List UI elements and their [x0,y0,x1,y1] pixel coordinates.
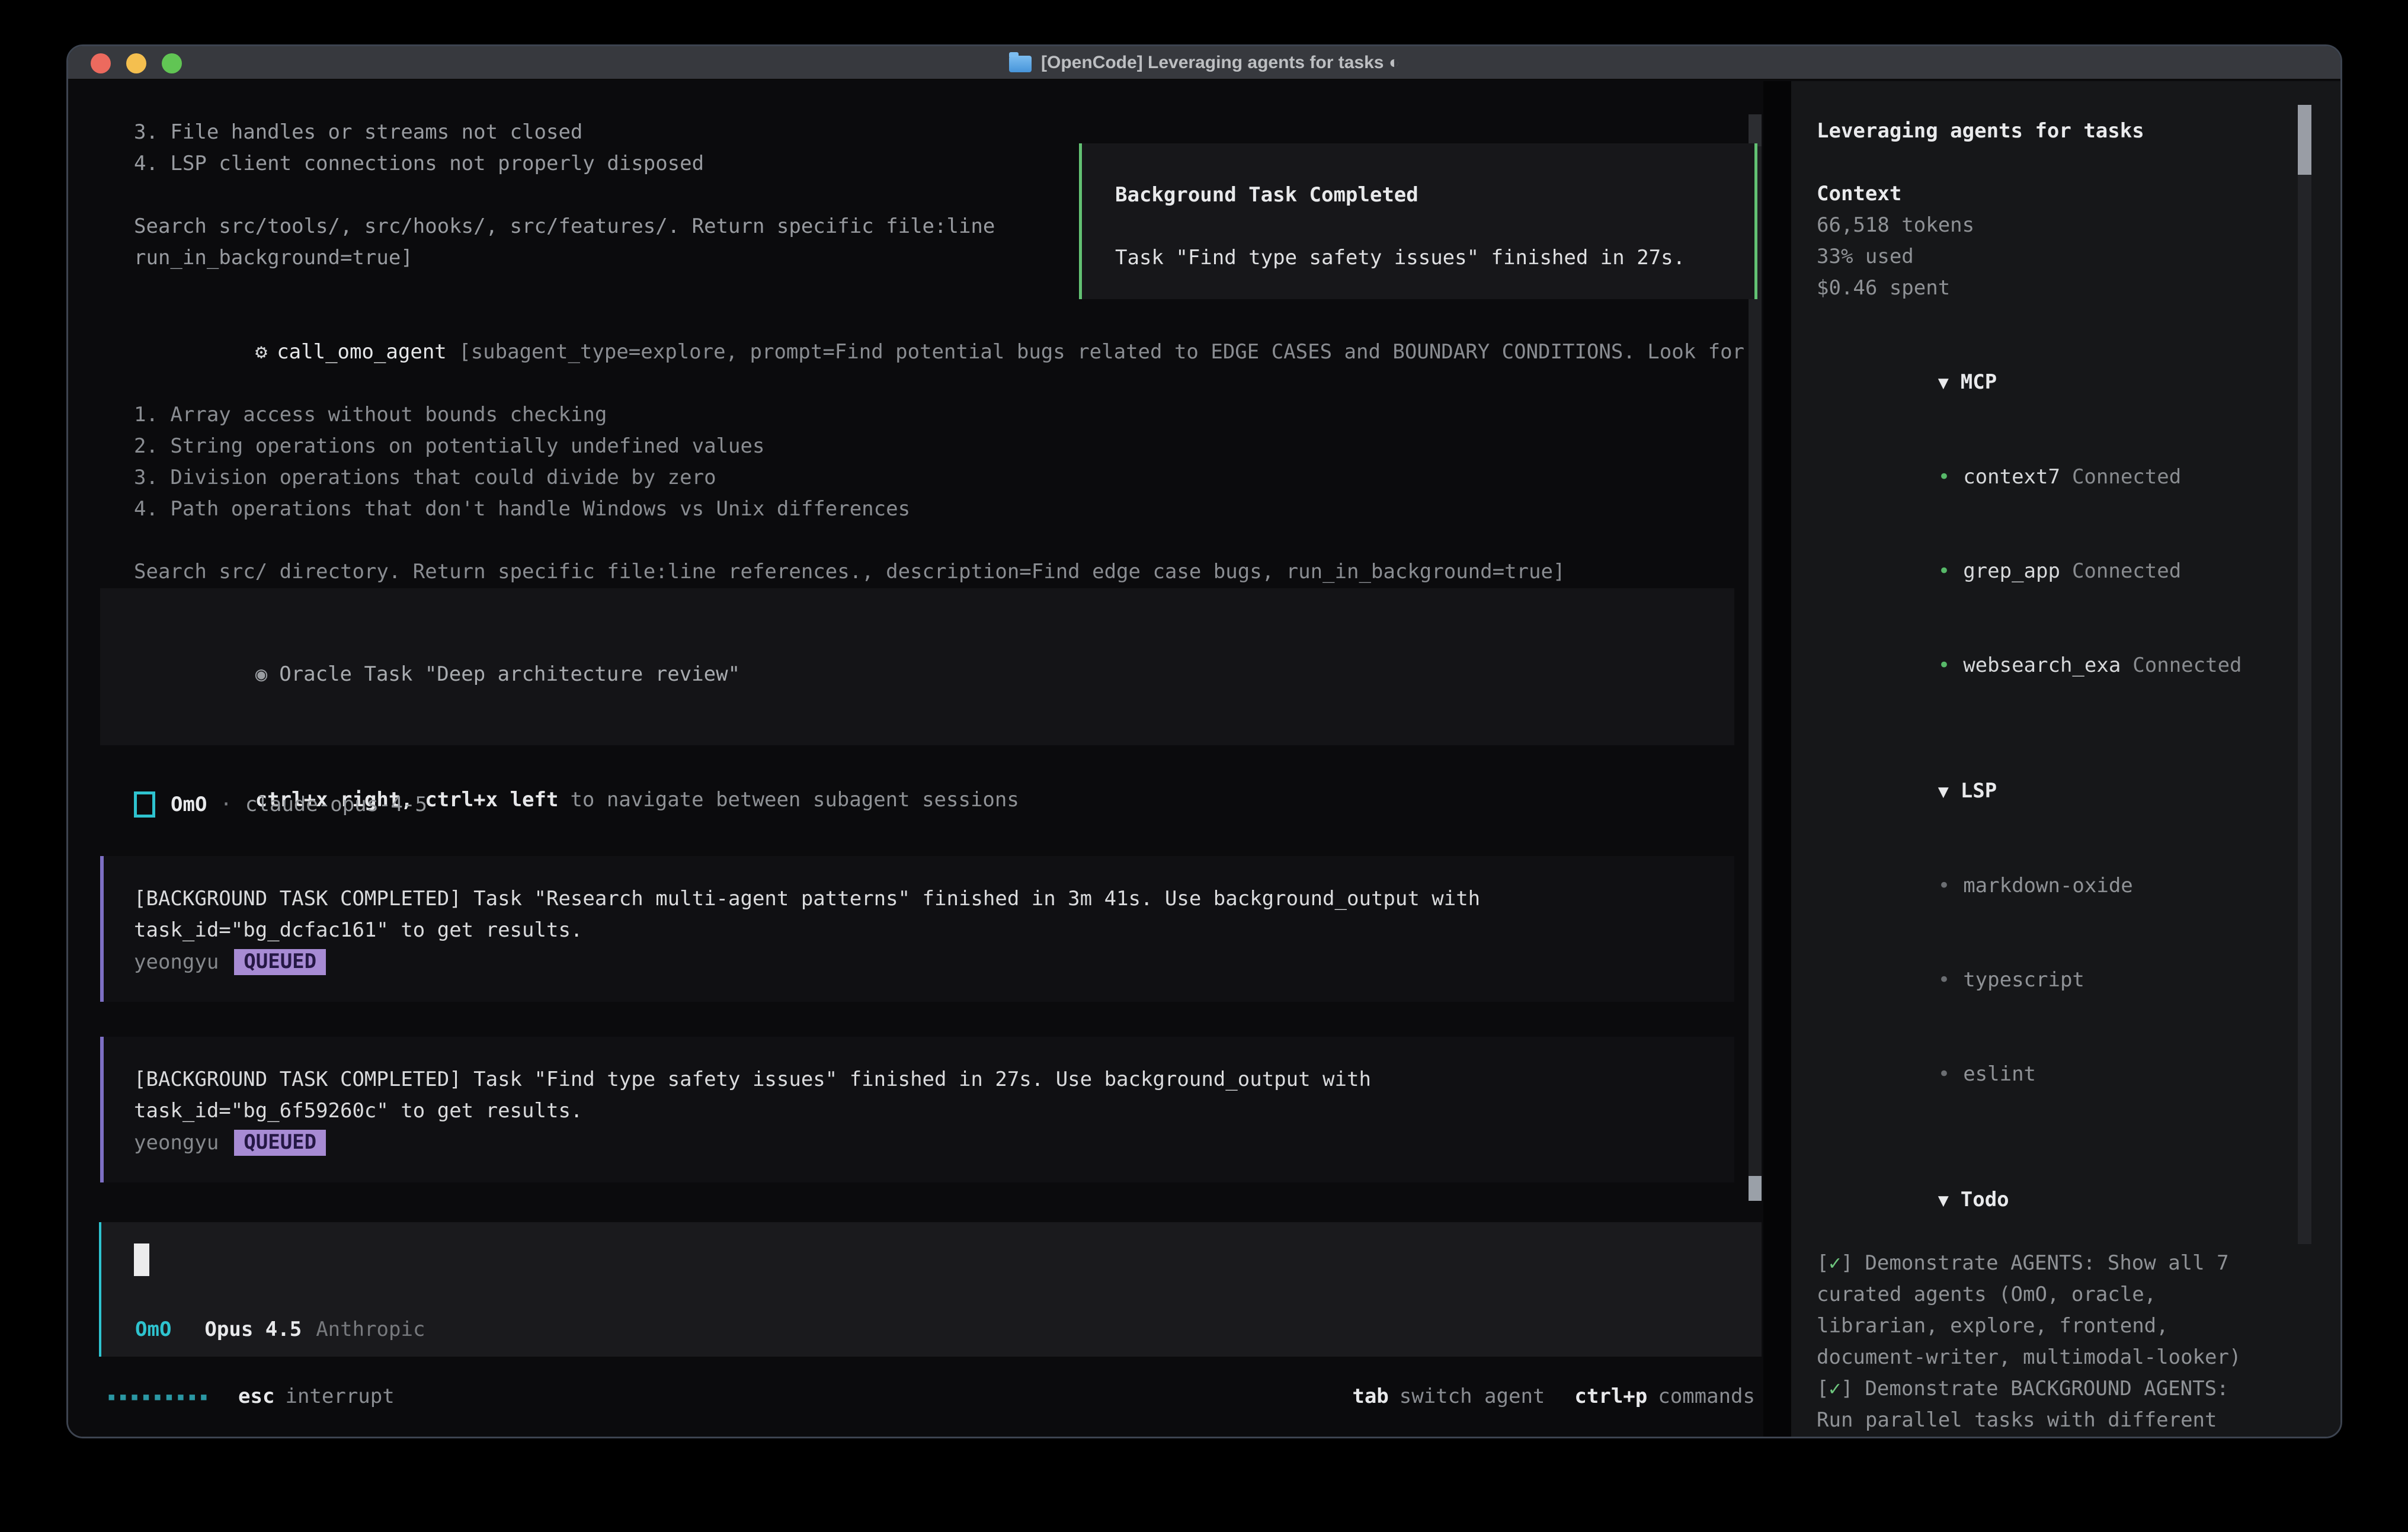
tool-call-line: Search src/ directory. Return specific f… [134,556,1744,588]
bullet-icon: • [1938,465,1950,489]
prompt-input[interactable]: OmO Opus 4.5 Anthropic [99,1222,1762,1357]
tool-call-line: ⚙ call_omo_agent [subagent_type=explore, … [134,305,1744,399]
chevron-down-icon: ▼ [1938,781,1949,802]
chevron-down-icon: ▼ [1938,1190,1949,1211]
ctrlp-key-hint: ctrl+p [1574,1384,1647,1408]
task-message-line: task_id="bg_6f59260c" to get results. [134,1095,1734,1127]
bullet-icon: • [1938,1062,1950,1086]
task-user: yeongyu [134,1131,219,1155]
sidebar: Leveraging agents for tasks Context 66,5… [1791,81,2341,1437]
bullet-icon: • [1938,559,1950,583]
status-badge: QUEUED [234,949,326,975]
transcript-line: run_in_background=true] [134,242,995,274]
main-scrollbar-thumb[interactable] [1749,1176,1762,1201]
close-button[interactable] [91,53,111,73]
agent-square-icon [134,791,155,818]
transcript-line: Search src/tools/, src/hooks/, src/featu… [134,211,995,242]
toast-body: Task "Find type safety issues" finished … [1115,242,1754,274]
folder-icon [1009,56,1032,72]
agent-name: OmO [171,793,207,816]
context-spent: $0.46 spent [1817,273,2298,304]
tool-call-line: 4. Path operations that don't handle Win… [134,493,1744,525]
main-scrollbar-segment[interactable] [1749,114,1762,146]
chevron-down-icon: ▼ [1938,373,1949,393]
fisheye-icon: ◉ [255,662,267,686]
input-meta-row: OmO Opus 4.5 Anthropic [135,1318,425,1341]
context-tokens: 66,518 tokens [1817,210,2298,241]
sidebar-title: Leveraging agents for tasks [1817,116,2298,147]
separator-dot: · [220,793,232,816]
input-model-name: Opus 4.5 [204,1318,302,1341]
text-cursor [134,1243,149,1276]
tool-call-line: 3. Division operations that could divide… [134,462,1744,493]
status-bar: ▪▪▪▪▪▪▪▪▪ esc interrupt tab switch agent… [68,1379,1763,1414]
input-provider-name: Anthropic [316,1318,425,1341]
esc-key-hint: esc [238,1384,274,1408]
hint-text: to navigate between subagent sessions [570,788,1019,812]
section-header-todo[interactable]: ▼Todo [1817,1153,2298,1248]
bullet-icon: • [1938,874,1950,898]
content-area: 3. File handles or streams not closed 4.… [68,81,2340,1437]
sidebar-scrollbar-track[interactable] [2298,175,2311,1244]
background-task-block: [BACKGROUND TASK COMPLETED] Task "Resear… [100,856,1734,1002]
ctrlp-key-label: commands [1658,1384,1755,1408]
gear-icon: ⚙ [255,340,267,364]
tool-call-line: 1. Array access without bounds checking [134,399,1744,431]
background-task-toast: Background Task Completed Task "Find typ… [1079,143,1757,299]
mcp-item: •websearch_exaConnected [1817,618,2298,713]
tool-call-args: [subagent_type=explore, prompt=Find pote… [447,340,1744,364]
terminal-main: 3. File handles or streams not closed 4.… [68,81,1763,1437]
context-used: 33% used [1817,241,2298,273]
oracle-task-panel: ◉Oracle Task "Deep architecture review" … [100,588,1734,745]
app-window: [OpenCode] Leveraging agents for tasks ◐… [66,44,2342,1438]
mcp-item: •grep_appConnected [1817,524,2298,618]
task-message-line: task_id="bg_dcfac161" to get results. [134,915,1734,946]
task-user: yeongyu [134,950,219,974]
tool-call-block: ⚙ call_omo_agent [subagent_type=explore, … [134,305,1744,588]
spinner-dots-icon: ▪▪▪▪▪▪▪▪▪ [107,1388,211,1405]
transcript-line: 3. File handles or streams not closed [134,117,995,148]
background-task-block: [BACKGROUND TASK COMPLETED] Task "Find t… [100,1037,1734,1182]
bullet-icon: • [1938,968,1950,992]
checkmark-icon: ✓ [1829,1377,1840,1400]
input-agent-name: OmO [135,1318,171,1341]
transcript-top: 3. File handles or streams not closed 4.… [134,117,995,274]
tab-key-label: switch agent [1400,1384,1545,1408]
task-message-line: [BACKGROUND TASK COMPLETED] Task "Find t… [134,1064,1734,1095]
checkmark-icon: ✓ [1829,1251,1840,1275]
section-header-lsp[interactable]: ▼LSP [1817,744,2298,839]
tool-call-name: call_omo_agent [277,340,447,364]
context-heading: Context [1817,178,2298,210]
window-title: [OpenCode] Leveraging agents for tasks ◐ [1041,53,1400,73]
agent-model: claude-opus-4-5 [245,793,427,816]
oracle-task-title: Oracle Task "Deep architecture review" [279,662,740,686]
lsp-item: •markdown-oxide [1817,839,2298,933]
oracle-task-title-line: ◉ Oracle Task "Deep architecture review" [134,627,1734,722]
sidebar-scrollbar-thumb[interactable] [2298,105,2311,175]
transcript-line: 4. LSP client connections not properly d… [134,148,995,180]
task-message-line: [BACKGROUND TASK COMPLETED] Task "Resear… [134,883,1734,915]
bullet-icon: • [1938,653,1950,677]
traffic-lights [91,53,182,73]
todo-item: [✓]Demonstrate BACKGROUND AGENTS: Run pa… [1817,1373,2298,1438]
panel-divider [1763,81,1791,1437]
todo-item: [✓]Demonstrate AGENTS: Show all 7 curate… [1817,1248,2298,1373]
lsp-item: •eslint [1817,1027,2298,1121]
toast-title: Background Task Completed [1115,180,1754,211]
minimize-button[interactable] [126,53,146,73]
title-bar: [OpenCode] Leveraging agents for tasks ◐ [68,46,2340,80]
status-badge: QUEUED [234,1130,326,1156]
tab-key-hint: tab [1352,1384,1388,1408]
window-title-group: [OpenCode] Leveraging agents for tasks ◐ [1009,53,1400,73]
zoom-button[interactable] [162,53,182,73]
tool-call-line: 2. String operations on potentially unde… [134,431,1744,462]
agent-model-line: OmO · claude-opus-4-5 [134,789,427,820]
section-header-mcp[interactable]: ▼MCP [1817,335,2298,430]
lsp-item: •typescript [1817,933,2298,1027]
mcp-item: •context7Connected [1817,430,2298,524]
esc-key-label: interrupt [285,1384,394,1408]
